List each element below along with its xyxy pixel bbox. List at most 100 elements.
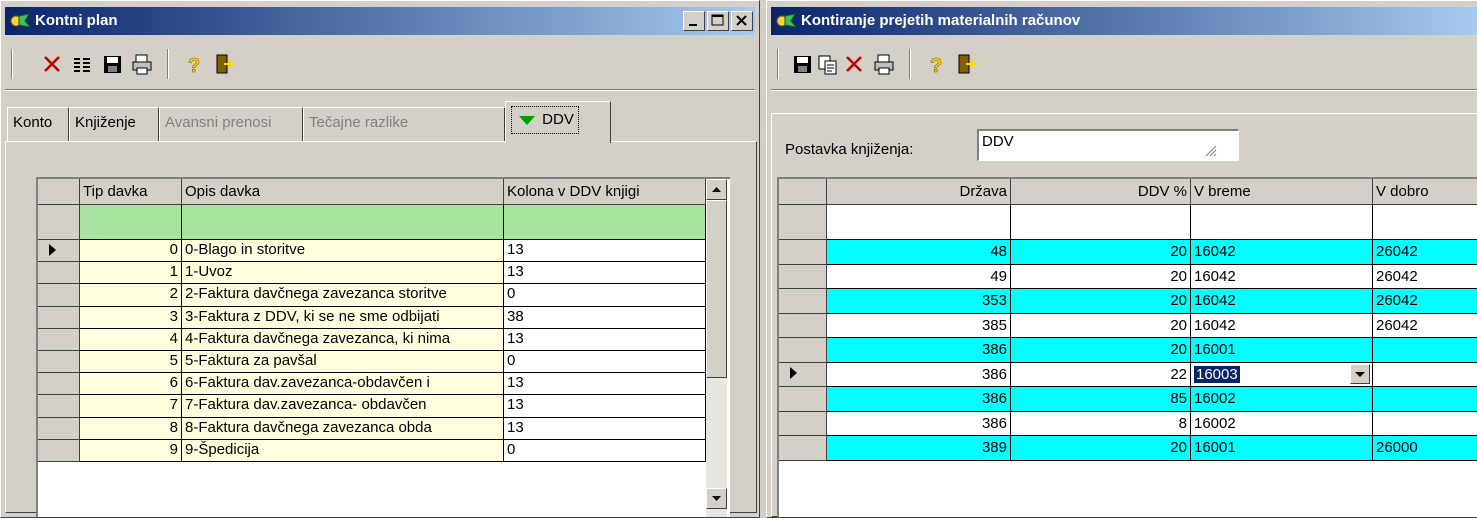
grid-cell[interactable]: 6 <box>80 373 182 396</box>
row-indicator[interactable] <box>38 328 80 351</box>
grid-cell[interactable]: 0 <box>504 284 706 307</box>
grid-cell[interactable]: 13 <box>504 240 706 263</box>
grid-cell[interactable]: 386 <box>827 362 1011 387</box>
column-header[interactable]: Opis davka <box>182 179 504 205</box>
grid-cell[interactable]: 0-Blago in storitve <box>182 240 504 263</box>
column-header[interactable]: Tip davka <box>80 179 182 205</box>
column-header[interactable]: V dobro <box>1373 179 1477 205</box>
row-indicator[interactable] <box>779 387 827 412</box>
grid-cell[interactable]: 16042 <box>1191 289 1373 314</box>
row-indicator[interactable] <box>779 338 827 363</box>
grid-cell[interactable] <box>1373 338 1477 363</box>
new-row-cell[interactable] <box>80 205 182 240</box>
row-indicator[interactable] <box>38 306 80 329</box>
tab-ddv[interactable]: DDV <box>505 101 611 143</box>
help-button[interactable]: ? <box>923 51 949 78</box>
delete-button[interactable] <box>841 51 867 77</box>
grid-cell[interactable]: 16001 <box>1191 338 1373 363</box>
new-row-cell[interactable] <box>1191 205 1373 240</box>
grid-cell[interactable]: 5-Faktura za pavšal <box>182 351 504 374</box>
combo-dropdown-button[interactable] <box>1350 363 1370 384</box>
grid-cell[interactable]: 48 <box>827 240 1011 265</box>
grid-cell[interactable]: 16002 <box>1191 387 1373 412</box>
grid-cell[interactable]: 353 <box>827 289 1011 314</box>
grid-cell[interactable]: 13 <box>504 373 706 396</box>
minimize-button[interactable] <box>683 11 705 31</box>
grid-cell[interactable]: 22 <box>1011 362 1191 387</box>
grid-cell[interactable]: 9-Špedicija <box>182 439 504 462</box>
row-indicator[interactable] <box>38 395 80 418</box>
row-indicator[interactable] <box>779 289 827 314</box>
grid-cell[interactable]: 13 <box>504 395 706 418</box>
grid-cell[interactable]: 4-Faktura davčnega zavezanca, ki nima <box>182 328 504 351</box>
scroll-down-button[interactable] <box>706 488 727 509</box>
grid-cell[interactable]: 13 <box>504 328 706 351</box>
row-indicator[interactable] <box>779 264 827 289</box>
tab-avansni-prenosi[interactable]: Avansni prenosi <box>159 107 303 141</box>
grid-cell[interactable]: 7 <box>80 395 182 418</box>
grid-cell[interactable]: 389 <box>827 436 1011 461</box>
column-header[interactable]: Država <box>827 179 1011 205</box>
tab-knjizenje[interactable]: Knjiženje <box>69 107 159 141</box>
column-header[interactable]: DDV % <box>1011 179 1191 205</box>
grid-cell[interactable]: 3-Faktura z DDV, ki se ne sme odbijati <box>182 306 504 329</box>
row-indicator[interactable] <box>38 262 80 285</box>
print-button[interactable] <box>129 51 155 77</box>
grid-cell[interactable] <box>1373 387 1477 412</box>
grid-cell[interactable]: 0 <box>504 439 706 462</box>
copy-button[interactable] <box>815 51 841 77</box>
new-row-cell[interactable] <box>182 205 504 240</box>
posting-field[interactable]: DDV <box>977 129 1239 161</box>
new-row-cell[interactable] <box>1011 205 1191 240</box>
save-button[interactable] <box>789 51 815 77</box>
new-row-cell[interactable] <box>827 205 1011 240</box>
columns-button[interactable] <box>69 51 95 77</box>
grid-cell[interactable]: 7-Faktura dav.zavezanca- obdavčen <box>182 395 504 418</box>
grid-cell[interactable]: 16042 <box>1191 313 1373 338</box>
grid-cell[interactable]: 20 <box>1011 313 1191 338</box>
grid-cell[interactable]: 386 <box>827 338 1011 363</box>
title-bar[interactable]: Kontiranje prejetih materialnih računov <box>771 7 1477 35</box>
save-button[interactable] <box>99 51 125 77</box>
row-indicator[interactable] <box>779 313 827 338</box>
new-row-cell[interactable] <box>1373 205 1477 240</box>
grid-cell[interactable]: 13 <box>504 262 706 285</box>
row-indicator[interactable] <box>779 240 827 265</box>
grid-cell[interactable]: 16002 <box>1191 411 1373 436</box>
grid-cell[interactable]: 4 <box>80 328 182 351</box>
grid-cell[interactable]: 13 <box>504 417 706 440</box>
grid-cell[interactable]: 2 <box>80 284 182 307</box>
grid-cell[interactable] <box>1373 411 1477 436</box>
column-header[interactable]: V breme <box>1191 179 1373 205</box>
grid-cell[interactable]: 20 <box>1011 338 1191 363</box>
scroll-up-button[interactable] <box>706 179 727 200</box>
scroll-thumb[interactable] <box>706 200 727 378</box>
exit-button[interactable] <box>211 51 237 77</box>
maximize-button[interactable] <box>707 11 729 31</box>
grid-cell[interactable]: 0 <box>504 351 706 374</box>
grid-cell[interactable]: 3 <box>80 306 182 329</box>
grid-cell[interactable]: 49 <box>827 264 1011 289</box>
title-bar[interactable]: Kontni plan <box>5 7 755 35</box>
grid-cell[interactable]: 20 <box>1011 240 1191 265</box>
grid-cell[interactable]: 16042 <box>1191 240 1373 265</box>
grid-cell[interactable]: 386 <box>827 411 1011 436</box>
tab-tecajne-razlike[interactable]: Tečajne razlike <box>303 107 505 141</box>
grid-cell[interactable]: 26042 <box>1373 240 1477 265</box>
grid-cell[interactable]: 26042 <box>1373 313 1477 338</box>
grid-cell[interactable]: 16003 <box>1191 362 1373 387</box>
delete-button[interactable] <box>39 51 65 77</box>
close-button[interactable] <box>731 11 753 31</box>
grid-cell[interactable] <box>1373 362 1477 387</box>
grid-cell[interactable]: 8 <box>80 417 182 440</box>
grid-cell[interactable]: 20 <box>1011 264 1191 289</box>
grid-cell[interactable]: 9 <box>80 439 182 462</box>
row-indicator[interactable] <box>779 436 827 461</box>
print-button[interactable] <box>871 51 897 77</box>
row-indicator[interactable] <box>779 411 827 436</box>
row-indicator[interactable] <box>38 284 80 307</box>
vertical-scrollbar[interactable] <box>706 179 727 517</box>
row-indicator[interactable] <box>38 205 80 240</box>
grid-cell[interactable]: 386 <box>827 387 1011 412</box>
tab-konto[interactable]: Konto <box>7 107 69 141</box>
